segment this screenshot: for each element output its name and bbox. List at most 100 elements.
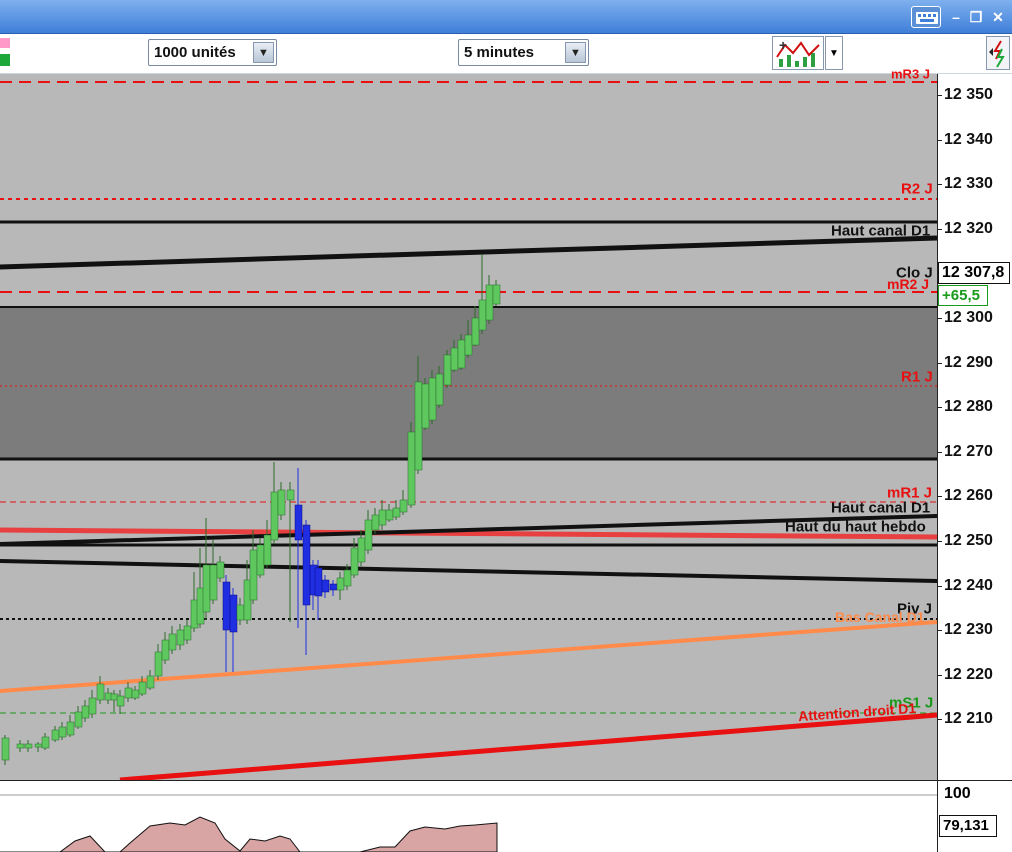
candle-up	[450, 347, 459, 371]
candle-up	[216, 561, 225, 579]
candle-up	[51, 729, 60, 741]
candle-down	[229, 594, 238, 633]
price-chart-svg[interactable]	[0, 74, 937, 780]
candle-down	[329, 583, 338, 591]
candle-up	[34, 743, 43, 748]
timeframe-dropdown[interactable]: 5 minutes ▼	[458, 39, 589, 66]
trend-lower-black	[0, 559, 937, 583]
price-tick-label: 12 290	[944, 353, 993, 371]
auto-arrange-icon	[989, 40, 1005, 68]
indicator-fill	[0, 816, 498, 852]
units-dropdown[interactable]: 1000 unités ▼	[148, 39, 277, 66]
price-tick-label: 12 230	[944, 621, 993, 639]
candle-up	[116, 695, 125, 707]
candle-up	[421, 383, 430, 429]
level-label-r1: R1 J	[901, 368, 933, 386]
candle-up	[464, 334, 473, 356]
timeframe-dropdown-value: 5 minutes	[464, 44, 535, 61]
price-tick-label: 12 210	[944, 710, 993, 728]
candle-up	[81, 705, 90, 719]
price-tick-mark	[937, 630, 942, 632]
price-tick-mark	[937, 184, 942, 186]
candle-up	[357, 537, 366, 563]
indicator-svg	[0, 794, 937, 852]
candle-up	[124, 687, 133, 699]
current-price-badge: 12 307,8	[938, 262, 1010, 284]
indicators-menu-chevron-icon[interactable]: ▼	[825, 36, 843, 70]
price-tick-label: 12 220	[944, 665, 993, 683]
color-swatch-green[interactable]	[0, 54, 10, 66]
candle-down	[222, 581, 231, 631]
candle-up	[435, 373, 444, 406]
window-titlebar: – ❐ ✕	[0, 0, 1012, 34]
units-dropdown-value: 1000 unités	[154, 44, 236, 61]
level-label-mr3: mR3 J	[891, 66, 931, 82]
candle-up	[176, 629, 185, 646]
auto-arrange-button[interactable]	[986, 36, 1010, 70]
candle-up	[350, 547, 359, 576]
candle-up	[471, 317, 480, 346]
price-tick-mark	[937, 407, 942, 409]
candle-up	[399, 499, 408, 513]
level-label-haut-canal-d1-top: Haut canal D1	[831, 222, 931, 240]
level-label-haut-hebdo: Haut du haut hebdo	[785, 518, 926, 536]
indicators-icon: +	[776, 37, 820, 67]
candle-up	[146, 675, 155, 689]
price-tick-mark	[937, 585, 942, 587]
candle-up	[209, 564, 218, 601]
candle-up	[66, 721, 75, 736]
candle-up	[202, 564, 211, 613]
candle-up	[16, 743, 25, 749]
trend-bas-canal	[0, 620, 937, 693]
candle-up	[414, 381, 423, 471]
price-tick-label: 12 340	[944, 130, 993, 148]
candle-up	[457, 339, 466, 369]
indicator-value-badge: 79,131	[939, 815, 997, 837]
candle-up	[154, 651, 163, 677]
candle-up	[286, 489, 295, 501]
trend-attention	[119, 712, 937, 780]
price-tick-mark	[937, 496, 942, 498]
minimize-icon[interactable]: –	[946, 8, 966, 26]
level-label-bas-canal: Bas Canal D1	[835, 609, 925, 625]
indicators-button[interactable]: +	[772, 36, 824, 70]
chart-toolbar: 1000 unités ▼ 5 minutes ▼ + ▼	[0, 34, 1012, 74]
candle-up	[492, 284, 501, 305]
level-label-haut-canal-d1-mid: Haut canal D1	[831, 499, 931, 517]
candle-up	[236, 604, 245, 621]
candle-up	[478, 299, 487, 331]
price-tick-mark	[937, 318, 942, 319]
candle-up	[41, 736, 50, 749]
candle-up	[58, 726, 67, 738]
price-tick-mark	[937, 451, 942, 453]
candle-up	[131, 689, 140, 699]
indicator-panel[interactable]: 100 79,131	[0, 780, 1012, 852]
chevron-down-icon[interactable]: ▼	[253, 42, 274, 63]
price-tick-label: 12 330	[944, 175, 993, 193]
chevron-down-icon[interactable]: ▼	[565, 42, 586, 63]
candle-up	[183, 625, 192, 641]
price-tick-label: 12 280	[944, 398, 993, 416]
price-tick-mark	[937, 719, 942, 721]
price-tick-label: 12 260	[944, 487, 993, 505]
close-icon[interactable]: ✕	[988, 8, 1008, 26]
indicator-axis-line	[937, 781, 938, 852]
candle-up	[428, 377, 437, 421]
candle-up	[343, 569, 352, 587]
price-tick-label: 12 240	[944, 576, 993, 594]
price-tick-label: 12 320	[944, 219, 993, 237]
price-chart-area[interactable]	[0, 74, 937, 780]
price-tick-label: 12 250	[944, 532, 993, 549]
keyboard-icon[interactable]	[911, 6, 941, 28]
candle-up	[385, 509, 394, 521]
level-label-r2: R2 J	[901, 180, 933, 198]
candle-up	[364, 519, 373, 551]
price-tick-mark	[937, 228, 942, 230]
restore-icon[interactable]: ❐	[966, 8, 986, 26]
candle-up	[270, 491, 279, 541]
price-tick-mark	[937, 139, 942, 141]
color-swatch-pink[interactable]	[0, 38, 10, 48]
candle-down	[314, 567, 323, 597]
candle-up	[1, 737, 10, 761]
candle-down	[321, 579, 330, 593]
